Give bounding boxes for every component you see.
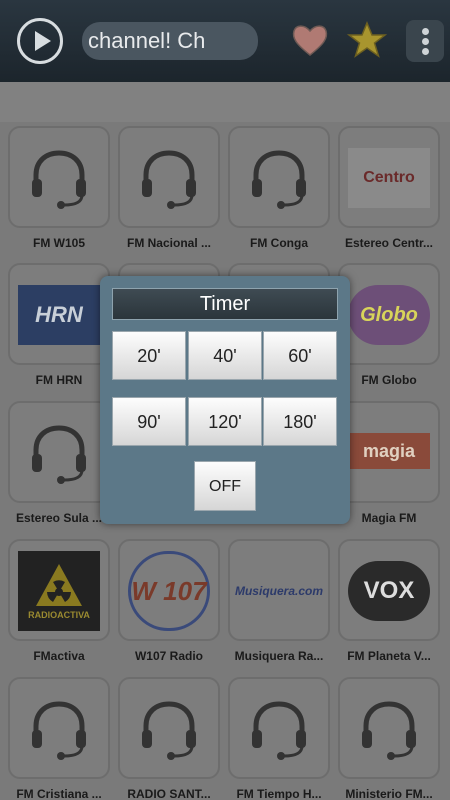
station-tile[interactable] <box>228 677 330 779</box>
play-icon[interactable] <box>17 18 63 64</box>
headset-icon <box>142 701 196 760</box>
station-logo-musiquera: Musiquera.com <box>234 561 324 621</box>
sub-bar <box>0 82 450 122</box>
headset-icon <box>32 701 86 760</box>
station-label: Musiquera Ra... <box>234 649 324 663</box>
station-tile[interactable] <box>118 677 220 779</box>
radiation-icon <box>36 564 82 606</box>
station-logo-w107: W 107 <box>128 551 210 631</box>
star-icon[interactable] <box>347 20 387 60</box>
headset-icon <box>362 701 416 760</box>
station-label: FM Conga <box>250 236 308 250</box>
station-logo-globo: Globo <box>348 285 430 345</box>
headset-icon <box>32 150 86 209</box>
station-tile[interactable] <box>8 126 110 228</box>
station-logo-text: magia <box>362 440 416 461</box>
station-label: Magia FM <box>361 511 417 525</box>
station-label: RADIO SANT... <box>127 787 211 800</box>
station-logo-radioactiva: RADIOACTIVA <box>18 551 100 631</box>
station-label: FM Planeta V... <box>347 649 431 663</box>
station-tile[interactable]: W 107 <box>118 539 220 641</box>
station-logo-headset <box>18 148 100 209</box>
station-label: Ministerio FM... <box>345 787 433 800</box>
timer-60-button[interactable]: 60' <box>263 331 337 380</box>
station-label: FM HRN <box>35 373 83 387</box>
timer-90-button[interactable]: 90' <box>112 397 186 446</box>
station-logo-text: W 107 <box>131 575 207 606</box>
station-logo-headset <box>348 699 430 760</box>
station-label: FM W105 <box>32 236 85 250</box>
headset-icon <box>142 150 196 209</box>
headset-icon <box>252 701 306 760</box>
station-logo-text: RADIOACTIVA <box>28 610 90 620</box>
station-label: Estereo Sula ... <box>15 511 103 525</box>
station-tile[interactable] <box>338 677 440 779</box>
dialog-title: Timer <box>112 288 338 320</box>
station-logo-hrn: HRN <box>18 285 100 345</box>
station-logo-text: Globo <box>360 303 418 326</box>
station-tile[interactable]: magia <box>338 401 440 503</box>
station-logo-headset <box>238 148 320 209</box>
station-logo-headset <box>238 699 320 760</box>
station-label: FMactiva <box>33 649 85 663</box>
station-label: W107 Radio <box>134 649 203 663</box>
timer-180-button[interactable]: 180' <box>263 397 337 446</box>
timer-off-button[interactable]: OFF <box>194 461 256 511</box>
station-logo-headset <box>128 699 210 760</box>
station-tile[interactable]: Globo <box>338 263 440 365</box>
station-logo-text: HRN <box>35 302 83 327</box>
station-tile[interactable]: Musiquera.com <box>228 539 330 641</box>
station-logo-headset <box>18 423 100 484</box>
station-tile[interactable]: HRN <box>8 263 110 365</box>
station-tile[interactable] <box>8 677 110 779</box>
station-logo-estereo-centro: Centro <box>348 148 430 208</box>
station-logo-headset <box>128 148 210 209</box>
timer-120-button[interactable]: 120' <box>188 397 262 446</box>
timer-dialog: Timer 20' 40' 60' 90' 120' 180' OFF <box>100 276 350 524</box>
station-label: FM Tiempo H... <box>236 787 322 800</box>
station-tile[interactable] <box>118 126 220 228</box>
overflow-menu-icon[interactable] <box>406 20 444 62</box>
timer-20-button[interactable]: 20' <box>112 331 186 380</box>
headset-icon <box>252 150 306 209</box>
station-tile[interactable]: RADIOACTIVA <box>8 539 110 641</box>
station-label: FM Nacional ... <box>126 236 211 250</box>
station-logo-text: Centro <box>363 169 415 186</box>
station-label: FM Cristiana ... <box>16 787 102 800</box>
headset-icon <box>32 425 86 484</box>
station-label: Estereo Centr... <box>344 236 434 250</box>
heart-icon[interactable] <box>290 20 330 60</box>
station-tile[interactable]: VOX <box>338 539 440 641</box>
station-label: FM Globo <box>361 373 417 387</box>
station-logo-magia: magia <box>348 433 430 469</box>
now-playing-marquee: channel! Ch <box>82 22 258 60</box>
station-logo-text: VOX <box>363 577 415 604</box>
timer-40-button[interactable]: 40' <box>188 331 262 380</box>
top-toolbar: channel! Ch <box>0 0 450 82</box>
station-logo-vox: VOX <box>348 561 430 621</box>
station-logo-text: Musiquera.com <box>234 584 324 598</box>
station-tile[interactable] <box>8 401 110 503</box>
station-tile[interactable] <box>228 126 330 228</box>
station-logo-headset <box>18 699 100 760</box>
station-tile[interactable]: Centro <box>338 126 440 228</box>
